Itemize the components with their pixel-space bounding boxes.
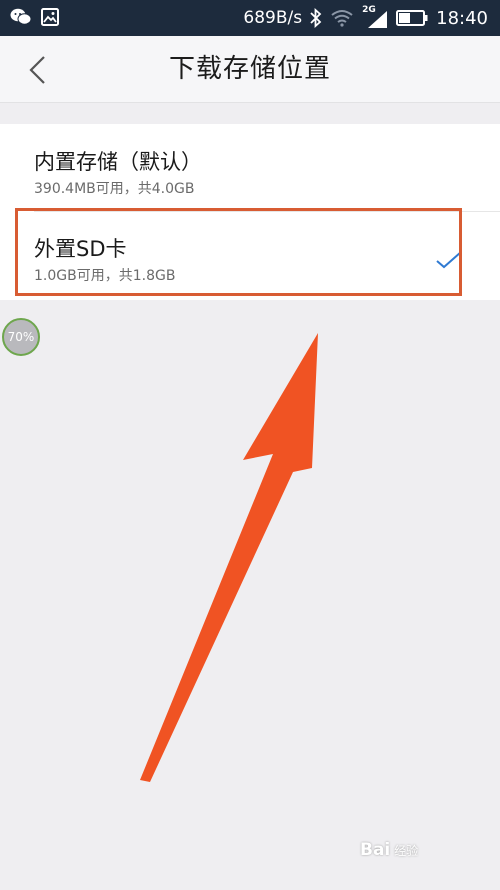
network-speed: 689B/s	[243, 8, 303, 28]
back-button[interactable]	[26, 54, 56, 86]
option-title: 内置存储（默认）	[34, 150, 202, 174]
wifi-icon	[331, 10, 353, 27]
page-title: 下载存储位置	[168, 54, 331, 84]
app-bar: 下载存储位置	[0, 36, 500, 103]
status-bar: 689B/s 2G 18:40	[0, 0, 500, 36]
signal-icon: 2G	[362, 5, 388, 29]
checkmark-icon	[436, 251, 462, 269]
option-subtitle: 390.4MB可用，共4.0GB	[34, 181, 195, 197]
watermark-brand: Bai	[360, 840, 391, 860]
clock: 18:40	[436, 7, 488, 29]
battery-icon	[396, 10, 428, 26]
storage-options-list: 内置存储（默认） 390.4MB可用，共4.0GB 外置SD卡 1.0GB可用，…	[0, 124, 500, 300]
wechat-icon	[10, 8, 32, 25]
progress-badge[interactable]: 70%	[2, 318, 40, 356]
option-subtitle: 1.0GB可用，共1.8GB	[34, 268, 176, 284]
option-title: 外置SD卡	[34, 237, 127, 261]
watermark: Bai 经验	[360, 840, 418, 860]
image-icon	[41, 8, 59, 26]
chevron-left-icon	[29, 56, 45, 84]
watermark-sub: 经验	[394, 844, 419, 858]
bluetooth-icon	[310, 8, 322, 28]
notification-icons	[10, 7, 60, 27]
